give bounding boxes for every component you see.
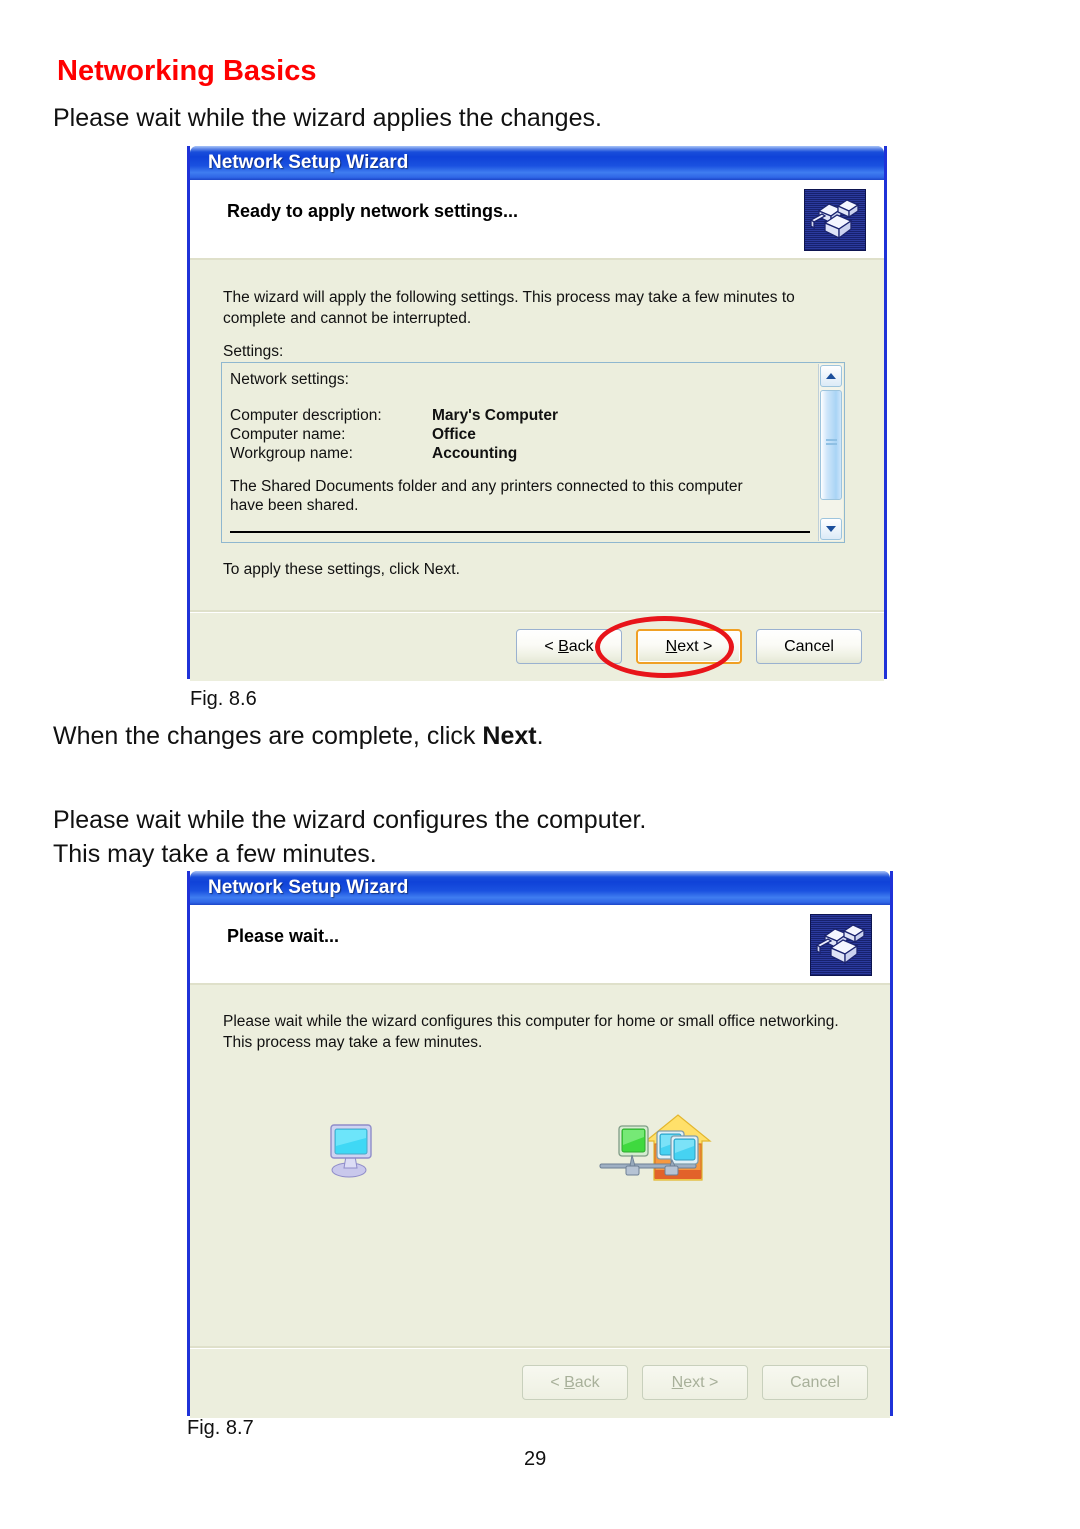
network-setup-wizard-dialog-1: Network Setup Wizard Ready to apply netw… [187, 146, 887, 681]
listbox-row-value: Accounting [432, 445, 518, 462]
listbox-row: Workgroup name: Accounting [230, 444, 810, 463]
back-button[interactable]: < Back [516, 629, 622, 664]
dialog1-header-title: Ready to apply network settings... [227, 201, 519, 221]
intro-paragraph-2-line-1: Please wait while the wizard configures … [53, 806, 647, 834]
home-network-icon [594, 1108, 714, 1197]
listbox-row-key: Computer name: [230, 426, 346, 443]
next-button-label: Next > [665, 637, 713, 655]
dialog1-footer-divider [190, 610, 884, 613]
back-button-label: < Back [544, 637, 594, 655]
listbox-row-key: Computer description: [230, 407, 382, 424]
network-setup-wizard-icon [804, 189, 866, 251]
network-setup-wizard-dialog-2: Network Setup Wizard Please wait... Plea… [187, 871, 893, 1418]
dialog2-title: Network Setup Wizard [208, 877, 409, 898]
dialog1-header-band: Ready to apply network settings... [190, 180, 884, 260]
instruction-prefix: When the changes are complete, click [53, 722, 483, 750]
listbox-row: Computer description: Mary's Computer [230, 406, 810, 425]
listbox-row: Computer name: Office [230, 425, 810, 444]
intro-paragraph-2-line-2: This may take a few minutes. [53, 840, 377, 868]
dialog1-title: Network Setup Wizard [208, 152, 409, 173]
listbox-row-value: Office [432, 426, 476, 443]
listbox-shared-note: The Shared Documents folder and any prin… [230, 478, 743, 514]
next-button[interactable]: Next > [636, 629, 742, 664]
computer-monitor-icon [322, 1118, 382, 1185]
chevron-down-icon [826, 526, 836, 532]
dialog1-body: The wizard will apply the following sett… [190, 260, 884, 681]
scroll-down-button[interactable] [820, 518, 842, 540]
settings-listbox-scrollbar[interactable] [818, 364, 843, 541]
scrollbar-grip-icon [826, 439, 837, 447]
cancel-button-label: Cancel [790, 1373, 840, 1391]
dialog2-button-row: < Back Next > Cancel [522, 1365, 868, 1400]
listbox-divider [230, 531, 810, 533]
back-button: < Back [522, 1365, 628, 1400]
instruction-bold-next: Next [482, 722, 537, 750]
dialog2-footer-divider [190, 1346, 890, 1349]
figure-caption-8-7: Fig. 8.7 [187, 1417, 254, 1439]
next-button-label: Next > [671, 1373, 719, 1391]
dialog2-body-paragraph: Please wait while the wizard configures … [223, 1013, 839, 1051]
listbox-row-key: Workgroup name: [230, 445, 353, 462]
next-button: Next > [642, 1365, 748, 1400]
network-setup-wizard-icon [810, 914, 872, 976]
cancel-button-label: Cancel [784, 637, 834, 655]
back-button-label: < Back [550, 1373, 600, 1391]
settings-listbox-content: Network settings: Computer description: … [230, 370, 810, 533]
scroll-up-button[interactable] [820, 365, 842, 387]
chevron-up-icon [826, 373, 836, 379]
dialog2-header-band: Please wait... [190, 905, 890, 985]
instruction-suffix: . [536, 722, 544, 750]
figure-caption-8-6: Fig. 8.6 [190, 688, 257, 710]
dialog1-button-row: < Back Next > Cancel [516, 629, 862, 664]
intro-paragraph-2: Please wait while the wizard configures … [53, 803, 646, 871]
scrollbar-thumb[interactable] [820, 390, 842, 500]
dialog1-titlebar[interactable]: Network Setup Wizard [190, 146, 884, 180]
cancel-button[interactable]: Cancel [756, 629, 862, 664]
instruction-click-next: When the changes are complete, click Nex… [53, 722, 544, 751]
page-number: 29 [524, 1448, 547, 1470]
listbox-section-title: Network settings: [230, 371, 349, 388]
page-title: Networking Basics [57, 55, 317, 87]
dialog1-apply-hint: To apply these settings, click Next. [223, 561, 460, 578]
settings-listbox[interactable]: Network settings: Computer description: … [221, 362, 845, 543]
dialog2-body: Please wait while the wizard configures … [190, 985, 890, 1418]
dialog2-titlebar[interactable]: Network Setup Wizard [190, 871, 890, 905]
listbox-row-value: Mary's Computer [432, 407, 558, 424]
dialog2-header-title: Please wait... [227, 926, 340, 946]
dialog1-settings-label: Settings: [223, 343, 284, 360]
intro-paragraph-1: Please wait while the wizard applies the… [53, 104, 602, 132]
cancel-button: Cancel [762, 1365, 868, 1400]
dialog1-body-paragraph: The wizard will apply the following sett… [223, 289, 795, 327]
